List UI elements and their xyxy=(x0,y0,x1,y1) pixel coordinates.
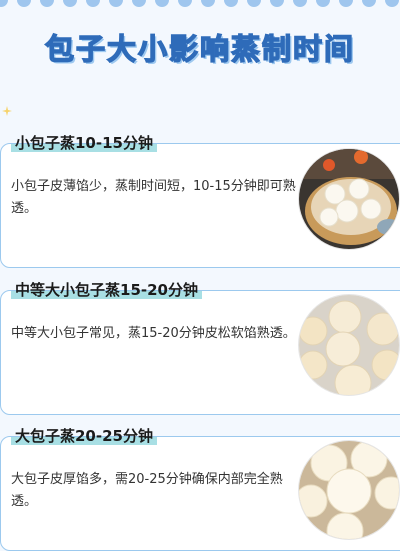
card-text: 小包子皮薄馅少，蒸制时间短，10-15分钟即可熟透。 xyxy=(11,179,296,216)
tray-medium-buns-image xyxy=(298,294,400,396)
card-title: 大包子蒸20-25分钟 xyxy=(11,425,157,447)
large-buns-image xyxy=(298,440,400,540)
steamer-small-buns-image xyxy=(298,148,400,250)
card-title: 中等大小包子蒸15-20分钟 xyxy=(11,279,202,301)
top-dot-border xyxy=(0,0,400,14)
card-text: 大包子皮厚馅多，需20-25分钟确保内部完全熟透。 xyxy=(11,472,283,509)
card-text: 中等大小包子常见，蒸15-20分钟皮松软馅熟透。 xyxy=(11,326,296,341)
sparkle-icon xyxy=(2,106,12,116)
card-title: 小包子蒸10-15分钟 xyxy=(11,132,157,154)
page-title: 包子大小影响蒸制时间 xyxy=(44,31,355,66)
